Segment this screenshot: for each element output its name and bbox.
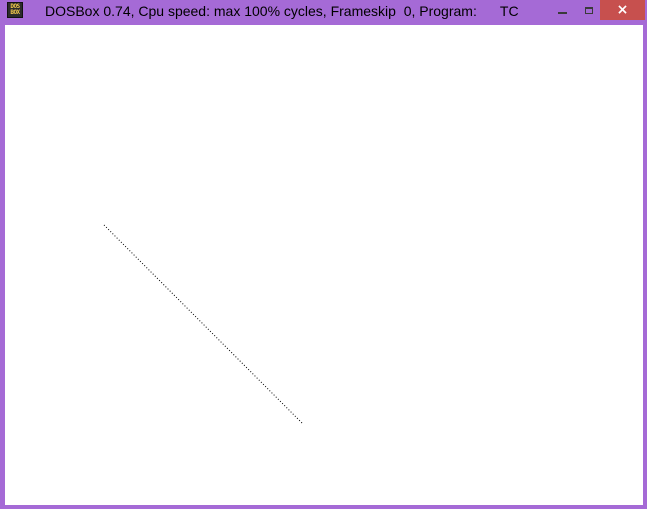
window-title: DOSBox 0.74, Cpu speed: max 100% cycles,… bbox=[45, 3, 519, 19]
minimize-icon bbox=[557, 12, 567, 14]
close-icon: × bbox=[616, 2, 629, 18]
maximize-button[interactable] bbox=[576, 0, 602, 20]
dos-screen[interactable] bbox=[5, 25, 643, 505]
close-button[interactable]: × bbox=[600, 0, 645, 20]
title-bar[interactable]: DOS BOX DOSBox 0.74, Cpu speed: max 100%… bbox=[0, 0, 647, 24]
graphics-canvas bbox=[103, 224, 304, 425]
dosbox-icon[interactable]: DOS BOX bbox=[7, 2, 23, 18]
minimize-button[interactable] bbox=[548, 0, 576, 20]
dotted-line bbox=[103, 224, 304, 425]
dosbox-window: DOS BOX DOSBox 0.74, Cpu speed: max 100%… bbox=[0, 0, 647, 509]
maximize-icon bbox=[585, 6, 593, 14]
icon-text-bottom: BOX bbox=[10, 9, 20, 16]
